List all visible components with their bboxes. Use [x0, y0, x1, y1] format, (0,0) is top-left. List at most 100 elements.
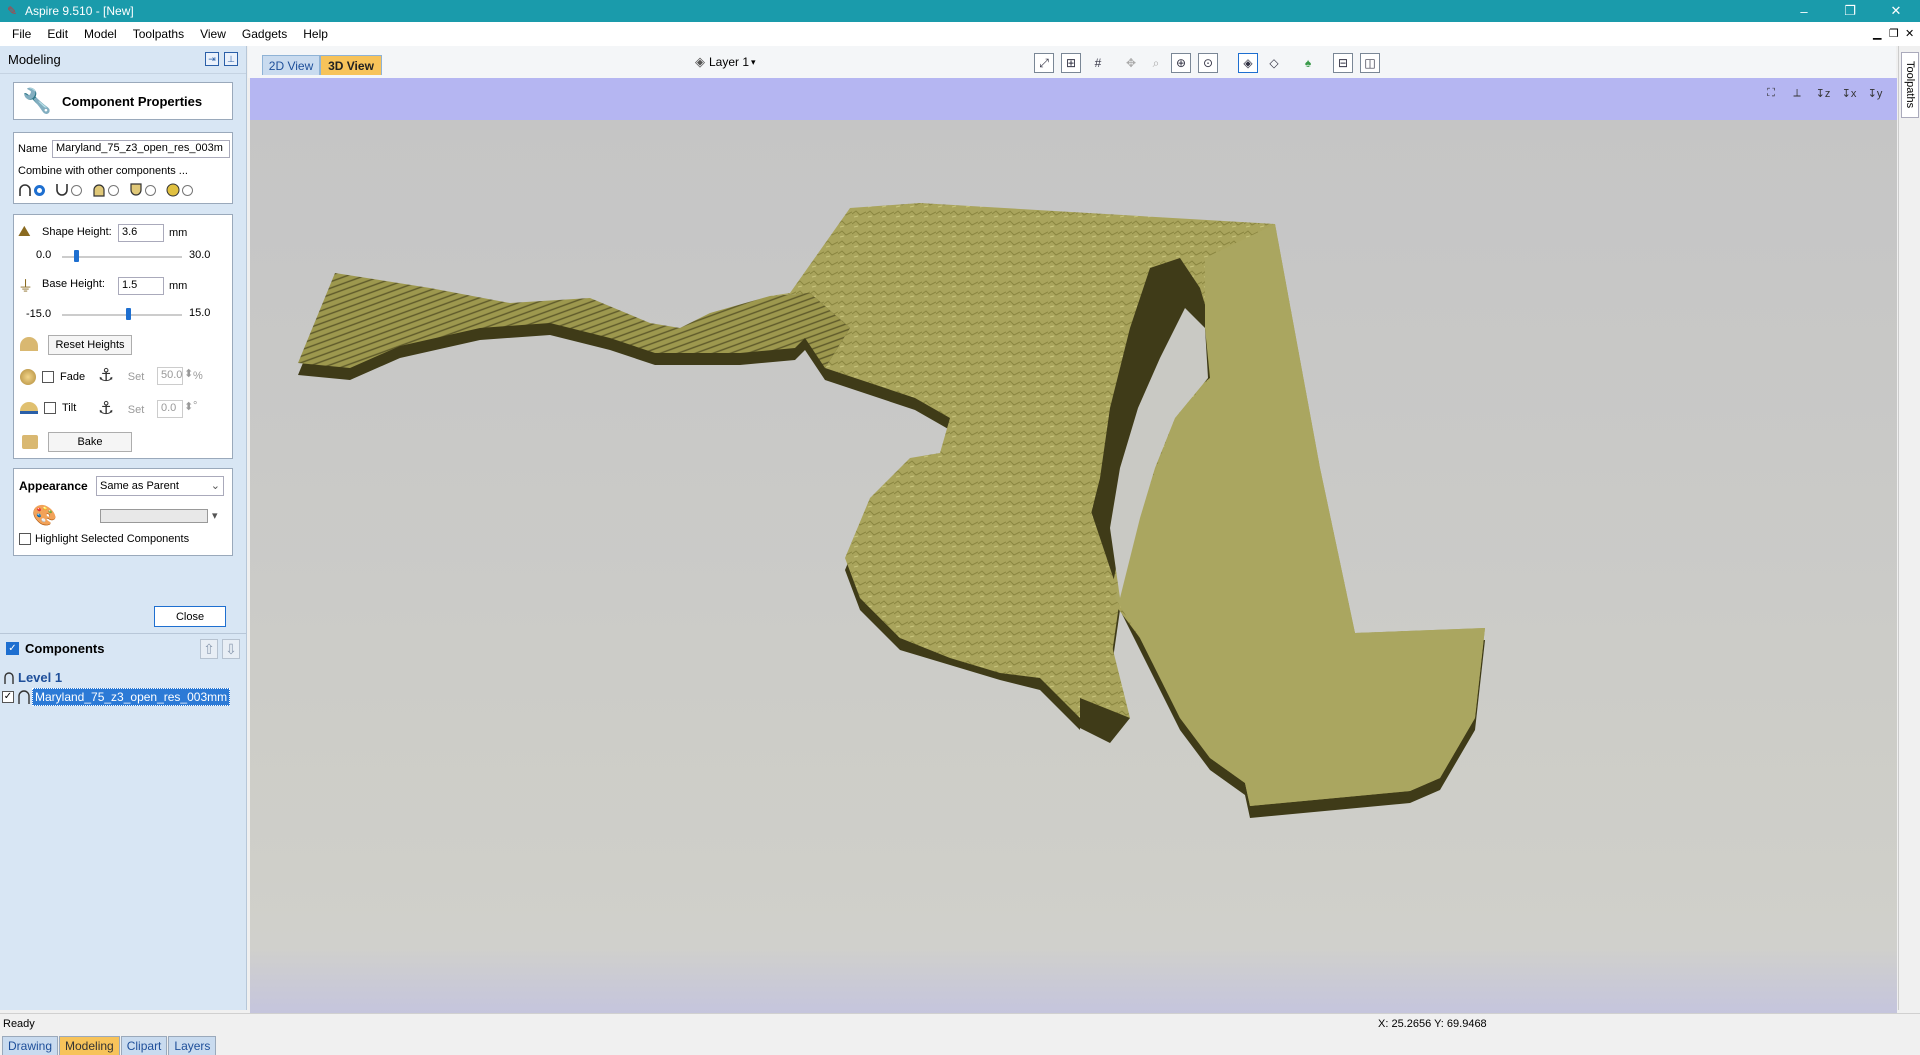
panel-header: Modeling ⇥ ⊥: [0, 46, 246, 74]
grid-icon[interactable]: #: [1088, 53, 1108, 73]
tilt-value-input[interactable]: 0.0: [157, 400, 183, 418]
tilt-unit: °: [193, 400, 198, 412]
name-input[interactable]: Maryland_75_z3_open_res_003m: [52, 140, 230, 158]
tilt-icon: [20, 402, 38, 414]
close-button[interactable]: Close: [154, 606, 226, 627]
tilt-spinner-icon[interactable]: ⬍: [184, 400, 193, 413]
shape-height-icon: ⛰: [18, 223, 31, 240]
snap-grid-icon[interactable]: ⊞: [1061, 53, 1081, 73]
bake-button[interactable]: Bake: [48, 432, 132, 452]
component-properties-header: 🔧 Component Properties: [13, 82, 233, 120]
view-toolbar: 2D View 3D View ◈ Layer 1 ▾ ⤢ ⊞ # ✥ ⌕ ⊕ …: [248, 46, 1896, 78]
tab-drawing[interactable]: Drawing: [2, 1036, 59, 1055]
toggle-toolpaths-icon[interactable]: ◇: [1264, 53, 1284, 73]
combine-merge-radio[interactable]: [108, 184, 119, 196]
tab-2d-view[interactable]: 2D View: [262, 55, 320, 75]
split-vertical-icon[interactable]: ◫: [1360, 53, 1380, 73]
component-visible-checkbox[interactable]: ✓: [2, 691, 14, 703]
menu-help[interactable]: Help: [295, 22, 336, 46]
shape-height-max: 30.0: [189, 249, 211, 261]
fade-label: Fade: [60, 371, 86, 383]
tilt-set-button[interactable]: Set: [120, 400, 152, 420]
component-name[interactable]: Maryland_75_z3_open_res_003mm: [32, 688, 231, 706]
layer-dropdown-icon: ▾: [751, 56, 756, 67]
base-height-input[interactable]: 1.5: [118, 277, 164, 295]
3d-viewport[interactable]: ⛶ ⟂ ↧z ↧x ↧y: [250, 78, 1897, 1013]
mdi-close-icon[interactable]: ✕: [1905, 27, 1914, 40]
palette-icon: 🎨: [32, 505, 57, 527]
status-text: Ready: [3, 1018, 35, 1030]
subtract-bowl-icon: [56, 184, 68, 196]
base-height-track: [62, 314, 182, 316]
base-height-slider[interactable]: [126, 308, 131, 320]
toggle-vectors-icon[interactable]: ◈: [1238, 53, 1258, 73]
shape-height-input[interactable]: 3.6: [118, 224, 164, 242]
zoom-in-icon[interactable]: ⊕: [1171, 53, 1191, 73]
menu-gadgets[interactable]: Gadgets: [234, 22, 295, 46]
title-bar: ✎ Aspire 9.510 - [New] – ❐ ✕: [0, 0, 1920, 22]
mdi-minimize-icon[interactable]: ▁: [1873, 27, 1881, 40]
chevron-down-icon: ⌄: [210, 480, 220, 492]
toolpaths-tab[interactable]: Toolpaths: [1901, 52, 1919, 118]
low-bowl-icon: [130, 183, 142, 196]
material-icon[interactable]: ♠: [1298, 53, 1318, 73]
fade-value-input[interactable]: 50.0: [157, 367, 183, 385]
combine-low-radio[interactable]: [145, 184, 156, 196]
layer-name: Layer 1: [709, 55, 750, 69]
window-title: Aspire 9.510 - [New]: [25, 4, 134, 18]
appearance-select-value: Same as Parent: [100, 480, 179, 492]
level-1-label: Level 1: [18, 670, 63, 685]
scale-icon[interactable]: ⤢: [1034, 53, 1054, 73]
layer-selector[interactable]: ◈ Layer 1 ▾: [695, 54, 756, 70]
tab-layers[interactable]: Layers: [168, 1036, 217, 1055]
mdi-restore-icon[interactable]: ❐: [1889, 27, 1899, 40]
combine-subtract-radio[interactable]: [71, 184, 82, 196]
modeling-panel: Modeling ⇥ ⊥ 🔧 Component Properties Name…: [0, 46, 247, 1055]
menu-view[interactable]: View: [192, 22, 234, 46]
close-window-button[interactable]: ✕: [1873, 0, 1919, 22]
restore-button[interactable]: ❐: [1827, 0, 1873, 22]
reset-heights-button[interactable]: Reset Heights: [48, 335, 132, 355]
components-visible-checkbox[interactable]: ✓: [6, 642, 19, 655]
tab-3d-view[interactable]: 3D View: [320, 55, 382, 75]
appearance-select[interactable]: Same as Parent ⌄: [96, 476, 224, 496]
shape-height-slider[interactable]: [74, 250, 80, 262]
minimize-button[interactable]: –: [1781, 0, 1827, 22]
level-1-row[interactable]: Level 1: [4, 670, 62, 685]
reset-heights-icon: [20, 337, 38, 351]
name-section: Name Maryland_75_z3_open_res_003m Combin…: [13, 132, 233, 204]
shape-height-min: 0.0: [36, 249, 52, 261]
fade-checkbox[interactable]: [42, 371, 54, 383]
move-up-icon[interactable]: ⇧: [200, 639, 218, 659]
menu-toolpaths[interactable]: Toolpaths: [125, 22, 192, 46]
fade-set-button[interactable]: Set: [120, 367, 152, 387]
dock-icon[interactable]: ⇥: [205, 52, 219, 66]
zoom-box-icon[interactable]: ⌕: [1146, 53, 1166, 73]
color-dropdown-icon[interactable]: ▾: [212, 509, 218, 522]
fade-spinner-icon[interactable]: ⬍: [184, 367, 193, 380]
move-down-icon[interactable]: ⇩: [222, 639, 240, 659]
pin-icon[interactable]: ⊥: [224, 52, 238, 66]
menu-file[interactable]: File: [0, 22, 39, 46]
highlight-checkbox[interactable]: [19, 533, 31, 545]
menu-model[interactable]: Model: [76, 22, 125, 46]
fade-icon: [20, 369, 36, 385]
level-arch-icon: [4, 671, 14, 684]
maryland-relief-model[interactable]: [250, 78, 1897, 1013]
highlight-label: Highlight Selected Components: [35, 533, 190, 545]
combine-add-radio[interactable]: [34, 184, 45, 196]
menu-edit[interactable]: Edit: [39, 22, 76, 46]
tab-modeling[interactable]: Modeling: [59, 1036, 120, 1055]
component-item[interactable]: ✓ Maryland_75_z3_open_res_003mm: [2, 688, 231, 706]
zoom-fit-icon[interactable]: ⊙: [1198, 53, 1218, 73]
cursor-coordinates: X: 25.2656 Y: 69.9468: [1378, 1018, 1487, 1030]
color-swatch[interactable]: [100, 509, 208, 523]
fade-unit: %: [193, 370, 203, 382]
split-horizontal-icon[interactable]: ⊟: [1333, 53, 1353, 73]
panel-tabs: Drawing Modeling Clipart Layers: [0, 1033, 247, 1055]
combine-multiply-radio[interactable]: [182, 184, 193, 196]
tilt-checkbox[interactable]: [44, 402, 56, 414]
pan-icon[interactable]: ✥: [1121, 53, 1141, 73]
tab-clipart[interactable]: Clipart: [120, 1036, 168, 1055]
layer-icon: ◈: [695, 54, 705, 69]
